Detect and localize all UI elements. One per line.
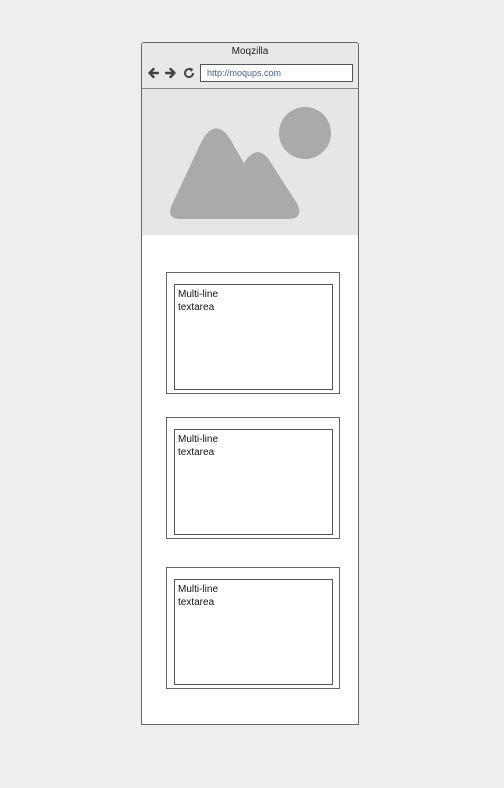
multiline-textarea-2[interactable]: Multi-line textarea <box>174 429 333 535</box>
textarea-panel-1: Multi-line textarea <box>166 272 340 394</box>
textarea-panel-2: Multi-line textarea <box>166 417 340 539</box>
reload-icon[interactable] <box>183 66 195 80</box>
textarea-panel-3: Multi-line textarea <box>166 567 340 689</box>
browser-window: Moqzilla http://moqups.com Multi-line te… <box>141 42 359 725</box>
window-title: Moqzilla <box>231 46 269 57</box>
arrow-left-icon[interactable] <box>147 66 160 80</box>
multiline-textarea-1[interactable]: Multi-line textarea <box>174 284 333 390</box>
browser-chrome: Moqzilla http://moqups.com <box>142 43 358 89</box>
url-bar[interactable]: http://moqups.com <box>200 64 353 82</box>
image-placeholder <box>142 89 358 235</box>
multiline-textarea-3[interactable]: Multi-line textarea <box>174 579 333 685</box>
image-placeholder-icon <box>170 107 331 219</box>
arrow-right-icon[interactable] <box>164 66 177 80</box>
